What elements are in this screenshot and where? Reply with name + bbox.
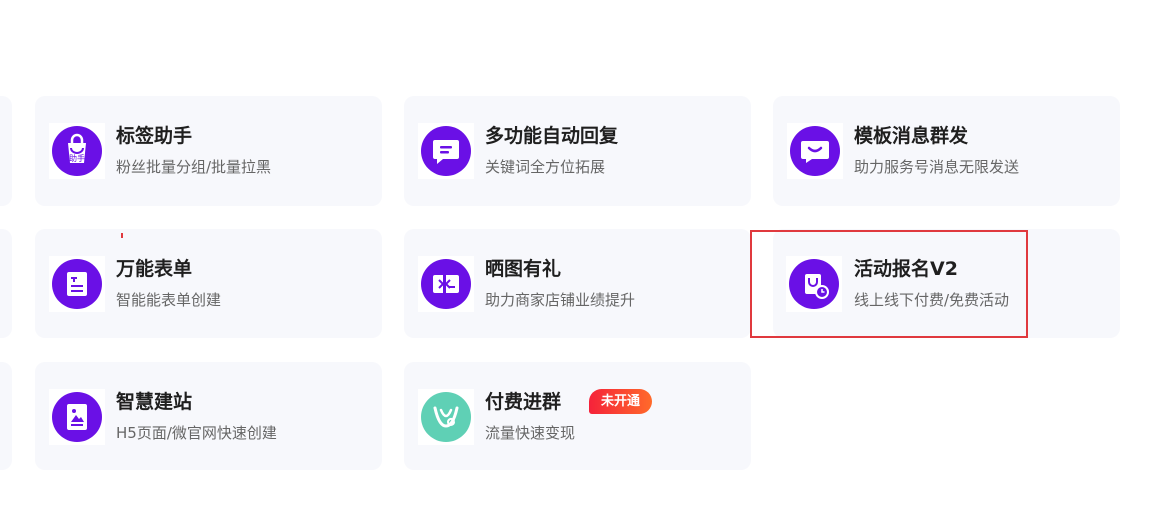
gift-card-icon — [421, 259, 471, 309]
not-activated-badge: 未开通 — [589, 389, 653, 414]
icon-container — [49, 256, 105, 312]
form-document-icon — [52, 259, 102, 309]
icon-container: 助手 — [49, 123, 105, 179]
card-template-message[interactable]: 模板消息群发 助力服务号消息无限发送 — [773, 96, 1120, 206]
card-description: 助力服务号消息无限发送 — [854, 158, 1020, 176]
card-title: 多功能自动回复 — [485, 125, 619, 147]
icon-container — [49, 389, 105, 445]
partial-card-left-3[interactable] — [0, 362, 12, 470]
app-grid: 助手 标签助手 粉丝批量分组/批量拉黑 多功能自动回复 关键词全方位拓展 模板消… — [0, 0, 1151, 522]
partial-card-left-1[interactable] — [0, 96, 12, 206]
icon-container — [418, 389, 474, 445]
icon-container — [418, 256, 474, 312]
card-description: 线上线下付费/免费活动 — [854, 291, 1010, 309]
card-title: 活动报名V2 — [854, 258, 958, 280]
annotation-mark — [121, 233, 123, 238]
shopping-bag-icon: 助手 — [52, 126, 102, 176]
card-paid-group[interactable]: 付费进群 未开通 流量快速变现 — [404, 362, 751, 470]
chat-bubble-icon — [421, 126, 471, 176]
card-smart-site[interactable]: 智慧建站 H5页面/微官网快速创建 — [35, 362, 382, 470]
card-title: 标签助手 — [116, 125, 193, 147]
card-tag-assistant[interactable]: 助手 标签助手 粉丝批量分组/批量拉黑 — [35, 96, 382, 206]
partial-card-left-2[interactable] — [0, 229, 12, 338]
card-title: 万能表单 — [116, 258, 193, 280]
site-builder-icon — [52, 392, 102, 442]
card-photo-gift[interactable]: 晒图有礼 助力商家店铺业绩提升 — [404, 229, 751, 338]
message-smile-icon — [790, 126, 840, 176]
card-description: 关键词全方位拓展 — [485, 158, 606, 176]
event-bag-clock-icon — [789, 259, 839, 309]
card-title: 模板消息群发 — [854, 125, 969, 147]
card-description: 智能能表单创建 — [116, 291, 222, 309]
icon-container — [786, 256, 842, 312]
card-title: 晒图有礼 — [485, 258, 562, 280]
paid-group-logo-icon — [421, 392, 471, 442]
icon-container — [418, 123, 474, 179]
card-title: 付费进群 — [485, 391, 562, 413]
card-description: 流量快速变现 — [485, 424, 576, 442]
card-universal-form[interactable]: 万能表单 智能能表单创建 — [35, 229, 382, 338]
card-auto-reply[interactable]: 多功能自动回复 关键词全方位拓展 — [404, 96, 751, 206]
card-event-signup[interactable]: 活动报名V2 线上线下付费/免费活动 — [773, 229, 1120, 338]
card-description: 助力商家店铺业绩提升 — [485, 291, 636, 309]
icon-label: 助手 — [69, 153, 85, 163]
card-description: H5页面/微官网快速创建 — [116, 424, 277, 442]
card-title: 智慧建站 — [116, 391, 193, 413]
card-description: 粉丝批量分组/批量拉黑 — [116, 158, 272, 176]
icon-container — [787, 123, 843, 179]
